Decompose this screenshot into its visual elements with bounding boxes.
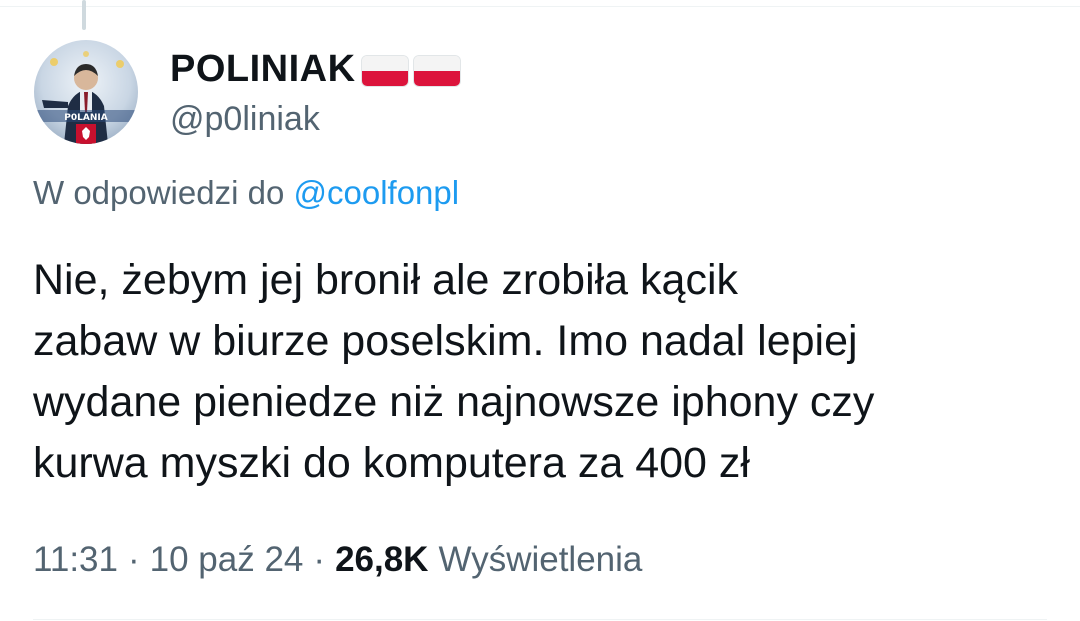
thread-connector-line xyxy=(82,0,86,30)
tweet-text: Nie, żebym jej bronił ale zrobiła kącik … xyxy=(33,256,875,487)
reply-prefix: W odpowiedzi do xyxy=(33,174,294,211)
reply-mention-link[interactable]: @coolfonpl xyxy=(293,174,459,211)
tweet-time[interactable]: 11:31 xyxy=(33,540,118,580)
meta-separator: · xyxy=(128,540,140,579)
views-count: 26,8K xyxy=(335,540,429,579)
avatar-image: P0LANIA xyxy=(34,51,138,144)
meta-separator: · xyxy=(313,540,326,579)
top-divider xyxy=(0,6,1080,7)
tweet-meta: 11:31 · 10 paź 24 · 26,8K Wyświetlenia xyxy=(33,540,642,580)
poland-flag-icon xyxy=(361,56,408,86)
name-row: POLINIAK xyxy=(170,44,460,94)
poland-flag-icon xyxy=(413,56,460,86)
views-label: Wyświetlenia xyxy=(438,540,643,579)
reply-context: W odpowiedzi do @coolfonpl xyxy=(33,174,459,212)
avatar-banner-text: P0LANIA xyxy=(64,113,107,123)
tweet-header: POLINIAK @p0liniak xyxy=(170,44,460,139)
avatar[interactable]: P0LANIA xyxy=(34,40,138,144)
display-name[interactable]: POLINIAK xyxy=(170,48,356,91)
user-handle[interactable]: @p0liniak xyxy=(170,100,460,139)
tweet-date[interactable]: 10 paź 24 xyxy=(150,540,304,580)
bottom-divider xyxy=(33,619,1047,620)
